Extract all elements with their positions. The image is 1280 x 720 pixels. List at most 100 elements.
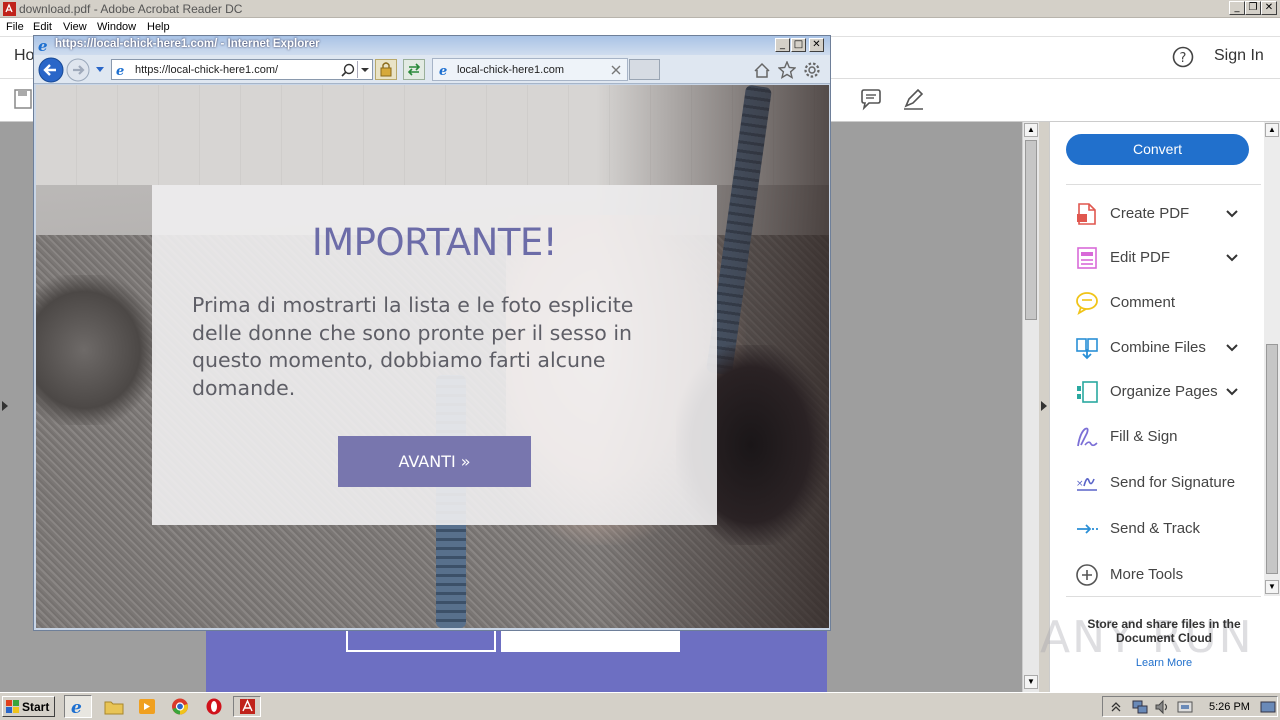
help-icon[interactable]: ?: [1172, 46, 1194, 68]
windows-logo-icon: [6, 700, 19, 713]
menu-view[interactable]: View: [63, 21, 87, 33]
show-desktop-icon[interactable]: [1260, 700, 1276, 714]
tool-label: Send for Signature: [1110, 474, 1236, 491]
create-pdf-icon: [1077, 203, 1096, 225]
scroll-up-button[interactable]: ▲: [1024, 123, 1038, 137]
learn-more-link[interactable]: Learn More: [1074, 657, 1254, 669]
acrobat-app-icon: [3, 2, 16, 16]
chevron-down-icon[interactable]: [1225, 343, 1239, 353]
ie-minimize-button[interactable]: _: [775, 38, 790, 52]
start-button[interactable]: Start: [2, 696, 55, 717]
tool-comment[interactable]: Comment: [1073, 290, 1248, 316]
taskbar-acrobat-button[interactable]: [233, 696, 261, 717]
tools-scroll-thumb[interactable]: [1266, 344, 1278, 574]
tray-expand-icon[interactable]: [1110, 700, 1122, 714]
taskbar-explorer-button[interactable]: [100, 696, 128, 717]
scroll-thumb[interactable]: [1025, 140, 1037, 320]
acrobat-window-title: download.pdf - Adobe Acrobat Reader DC: [19, 2, 243, 16]
save-icon[interactable]: [13, 88, 33, 110]
ie-maximize-button[interactable]: □: [791, 38, 806, 52]
favorites-star-icon[interactable]: [778, 61, 796, 79]
search-icon[interactable]: [341, 63, 355, 77]
address-text[interactable]: https://local-chick-here1.com/: [135, 64, 278, 76]
network-icon[interactable]: [1131, 699, 1149, 715]
lock-icon: [380, 62, 392, 77]
document-scrollbar[interactable]: ▲ ▼: [1022, 122, 1039, 692]
right-panel-toggle[interactable]: [1039, 398, 1049, 414]
tool-more-tools[interactable]: More Tools: [1073, 562, 1248, 588]
acrobat-restore-button[interactable]: ❐: [1245, 1, 1261, 15]
sign-in-link[interactable]: Sign In: [1214, 47, 1264, 65]
clock[interactable]: 5:26 PM: [1209, 701, 1250, 713]
pdf-page-outline-button: [346, 629, 496, 652]
scroll-down-button[interactable]: ▼: [1024, 675, 1038, 689]
refresh-button[interactable]: [403, 59, 425, 80]
comment-tool-icon[interactable]: [859, 87, 883, 111]
svg-text:e: e: [71, 698, 82, 717]
tool-send-track[interactable]: Send & Track: [1073, 516, 1248, 542]
tools-scroll-up[interactable]: ▲: [1265, 123, 1279, 137]
forward-arrow-icon[interactable]: [66, 58, 90, 82]
convert-button[interactable]: Convert: [1066, 134, 1249, 165]
tool-combine-files[interactable]: Combine Files: [1073, 335, 1248, 361]
popup-modal: IMPORTANTE! Prima di mostrarti la lista …: [152, 185, 717, 525]
chrome-icon: [172, 698, 188, 715]
left-panel-toggle[interactable]: [0, 398, 10, 414]
security-lock-button[interactable]: [375, 59, 397, 80]
ie-taskbar-icon: e: [71, 698, 82, 717]
ie-close-button[interactable]: ✕: [809, 38, 824, 52]
close-tab-icon[interactable]: [611, 65, 621, 75]
ie-page-icon: e: [116, 64, 124, 77]
tool-label: Create PDF: [1110, 205, 1190, 222]
comment-icon: [1076, 292, 1098, 315]
history-dropdown-icon[interactable]: [95, 66, 105, 74]
modal-title: IMPORTANTE!: [311, 221, 558, 264]
tools-pane-scrollbar[interactable]: ▲ ▼: [1264, 122, 1280, 596]
tool-create-pdf[interactable]: Create PDF: [1073, 201, 1248, 227]
tab-title: local-chick-here1.com: [457, 64, 564, 76]
menu-edit[interactable]: Edit: [33, 21, 52, 33]
menu-window[interactable]: Window: [97, 21, 136, 33]
refresh-icon: [407, 63, 421, 76]
address-bar[interactable]: e https://local-chick-here1.com/: [111, 59, 373, 80]
tools-scroll-down[interactable]: ▼: [1265, 580, 1279, 594]
taskbar-chrome-button[interactable]: [166, 696, 194, 717]
organize-pages-icon: [1077, 381, 1098, 403]
taskbar-opera-button[interactable]: [200, 696, 228, 717]
taskbar-ie-button[interactable]: e: [64, 695, 92, 718]
volume-icon[interactable]: [1154, 699, 1170, 715]
svg-text:×: ×: [1076, 479, 1084, 489]
svg-text:?: ?: [1180, 51, 1187, 66]
media-player-icon: [139, 699, 155, 714]
back-arrow-icon[interactable]: [38, 57, 64, 83]
settings-gear-icon[interactable]: [803, 61, 821, 79]
chevron-down-icon[interactable]: [1225, 387, 1239, 397]
action-center-icon[interactable]: [1176, 699, 1194, 715]
acrobat-minimize-button[interactable]: _: [1229, 1, 1245, 15]
chevron-down-icon[interactable]: [1225, 209, 1239, 219]
ie-title-bar[interactable]: e https://local-chick-here1.com/ - Inter…: [34, 36, 830, 55]
combine-files-icon: [1076, 338, 1098, 360]
taskbar-media-button[interactable]: [133, 696, 161, 717]
edit-pdf-icon: [1077, 247, 1097, 269]
avanti-button[interactable]: AVANTI »: [338, 436, 531, 487]
pane-divider: [1066, 184, 1261, 185]
ie-logo-icon: e: [38, 38, 48, 53]
address-dropdown-button[interactable]: [357, 61, 371, 78]
tool-label: Organize Pages: [1110, 383, 1218, 400]
chevron-down-icon[interactable]: [1225, 253, 1239, 263]
acrobat-close-button[interactable]: ✕: [1261, 1, 1277, 15]
home-icon[interactable]: [753, 62, 771, 79]
tool-send-for-signature[interactable]: × Send for Signature: [1073, 470, 1248, 496]
ie-tab[interactable]: e local-chick-here1.com: [432, 58, 628, 81]
menu-help[interactable]: Help: [147, 21, 170, 33]
tool-organize-pages[interactable]: Organize Pages: [1073, 379, 1248, 405]
new-tab-button[interactable]: [629, 59, 660, 80]
home-tab[interactable]: Ho: [14, 47, 34, 65]
ie-window-title: https://local-chick-here1.com/ - Interne…: [55, 38, 320, 50]
tool-edit-pdf[interactable]: Edit PDF: [1073, 245, 1248, 271]
menu-file[interactable]: File: [6, 21, 24, 33]
send-signature-icon: ×: [1076, 478, 1097, 491]
tool-fill-sign[interactable]: Fill & Sign: [1073, 424, 1248, 450]
highlight-pen-icon[interactable]: [901, 87, 925, 111]
